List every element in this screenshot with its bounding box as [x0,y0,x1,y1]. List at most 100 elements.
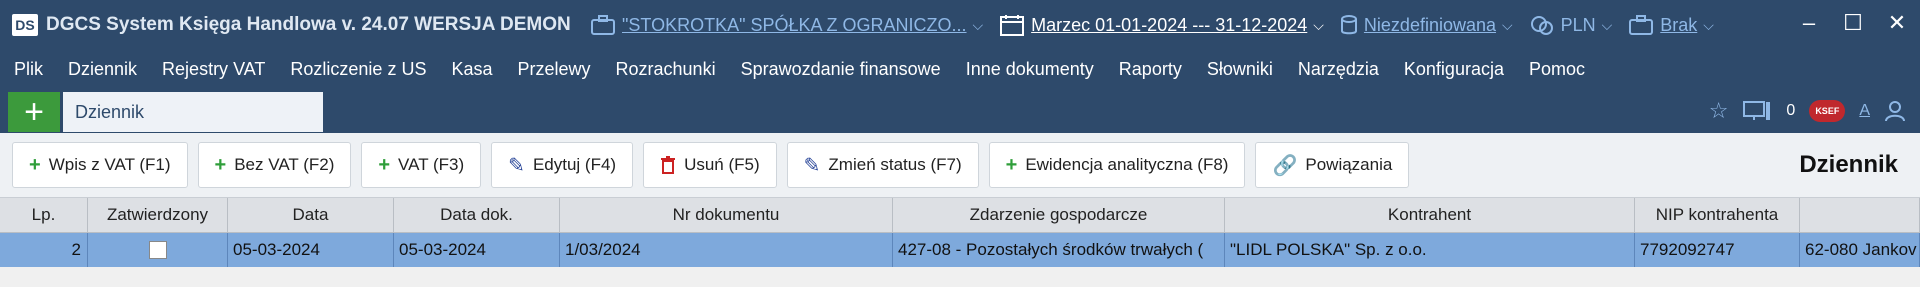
button-label: Usuń (F5) [684,155,760,174]
minimize-icon[interactable]: – [1798,10,1820,35]
title-bar: DS DGCS System Księga Handlowa v. 24.07 … [0,0,1920,50]
menu-item-dziennik[interactable]: Dziennik [68,59,137,80]
department-selector[interactable]: Niezdefiniowana ⌵ [1340,14,1513,36]
cell-approved [88,233,228,267]
tab-dziennik[interactable]: Dziennik [63,92,323,132]
edit-icon: ✎ [803,154,821,177]
delete-button[interactable]: Usuń (F5) [643,142,777,188]
briefcase-icon [1629,15,1654,35]
menu-item-narzedzia[interactable]: Narzędzia [1298,59,1379,80]
chevron-down-icon[interactable]: ⌵ [1602,17,1613,34]
cell-address: 62-080 Jankov [1800,233,1920,267]
briefcase-icon [591,15,615,35]
links-button[interactable]: 🔗 Powiązania [1255,142,1410,188]
link-icon: 🔗 [1272,154,1298,177]
warehouse-name[interactable]: Brak [1660,15,1697,36]
menu-item-rozrachunki[interactable]: Rozrachunki [616,59,716,80]
cell-document-date: 05-03-2024 [394,233,560,267]
database-icon [1340,15,1357,35]
notification-count: 0 [1786,102,1796,119]
font-size-icon[interactable]: A [1859,102,1870,120]
period-selector[interactable]: Marzec 01-01-2024 --- 31-12-2024 ⌵ [999,14,1324,36]
menu-item-pomoc[interactable]: Pomoc [1529,59,1585,80]
action-toolbar: + Wpis z VAT (F1) + Bez VAT (F2) + VAT (… [0,133,1920,198]
button-label: Edytuj (F4) [532,155,617,174]
tab-strip: + Dziennik ☆ 0 KSEF A [0,88,1920,133]
approved-checkbox[interactable] [148,241,167,259]
maximize-icon[interactable]: ☐ [1842,10,1864,35]
ksef-badge[interactable]: KSEF [1809,100,1846,122]
company-name[interactable]: "STOKROTKA" SPÓŁKA Z OGRANICZO... [622,15,967,36]
window-controls: – ☐ ✕ [1798,10,1908,35]
chevron-down-icon[interactable]: ⌵ [973,17,984,34]
button-label: Bez VAT (F2) [234,155,335,174]
user-icon[interactable] [1884,100,1906,122]
add-no-vat-entry-button[interactable]: + Bez VAT (F2) [197,142,352,188]
menu-item-rozliczenie-z-us[interactable]: Rozliczenie z US [290,59,426,80]
coins-icon [1530,16,1553,35]
menu-item-slowniki[interactable]: Słowniki [1207,59,1273,80]
period-range[interactable]: Marzec 01-01-2024 --- 31-12-2024 [1031,15,1307,36]
edit-button[interactable]: ✎ Edytuj (F4) [491,142,634,188]
chevron-down-icon[interactable]: ⌵ [1502,17,1513,34]
chevron-down-icon[interactable]: ⌵ [1703,17,1714,34]
button-label: Zmień status (F7) [828,155,962,174]
cell-nip: 7792092747 [1635,233,1800,267]
edit-icon: ✎ [508,154,525,177]
menu-item-kasa[interactable]: Kasa [451,59,492,80]
change-status-button[interactable]: ✎ Zmień status (F7) [786,142,979,188]
trash-icon [661,156,676,174]
button-label: Powiązania [1305,155,1393,174]
plus-icon: + [214,153,227,176]
journal-grid: Lp. Zatwierdzony Data Data dok. Nr dokum… [0,198,1920,267]
star-icon[interactable]: ☆ [1709,98,1729,124]
app-title: DGCS System Księga Handlowa v. 24.07 WER… [46,14,571,35]
add-vat-button[interactable]: + VAT (F3) [361,142,482,188]
menu-item-rejestry-vat[interactable]: Rejestry VAT [162,59,265,80]
button-label: Ewidencja analityczna (F8) [1025,155,1229,174]
column-header-lp[interactable]: Lp. [0,198,88,232]
column-header-business-event[interactable]: Zdarzenie gospodarcze [893,198,1225,232]
cell-contractor: "LIDL POLSKA" Sp. z o.o. [1225,233,1635,267]
menu-bar: Plik Dziennik Rejestry VAT Rozliczenie z… [0,50,1920,88]
close-icon[interactable]: ✕ [1886,10,1908,35]
column-header-document-number[interactable]: Nr dokumentu [560,198,893,232]
column-header-contractor[interactable]: Kontrahent [1225,198,1635,232]
cell-lp: 2 [0,233,88,267]
column-header-address[interactable] [1800,198,1920,232]
app-logo: DS [12,14,38,36]
cell-document-number: 1/03/2024 [560,233,893,267]
column-header-document-date[interactable]: Data dok. [394,198,560,232]
add-vat-entry-button[interactable]: + Wpis z VAT (F1) [12,142,188,188]
new-tab-button[interactable]: + [8,92,60,132]
department-name[interactable]: Niezdefiniowana [1364,15,1496,36]
tray-icons: ☆ 0 KSEF A [1709,98,1906,124]
monitor-icon[interactable] [1742,100,1772,122]
menu-item-raporty[interactable]: Raporty [1119,59,1182,80]
chevron-down-icon[interactable]: ⌵ [1313,17,1324,34]
plus-icon: + [1005,153,1018,176]
button-label: VAT (F3) [398,155,465,174]
button-label: Wpis z VAT (F1) [48,155,171,174]
currency-code[interactable]: PLN [1561,15,1596,36]
menu-item-sprawozdanie-finansowe[interactable]: Sprawozdanie finansowe [741,59,941,80]
calendar-icon [1000,15,1025,36]
cell-date: 05-03-2024 [228,233,394,267]
menu-item-plik[interactable]: Plik [14,59,43,80]
column-header-nip[interactable]: NIP kontrahenta [1635,198,1800,232]
analytic-records-button[interactable]: + Ewidencja analityczna (F8) [988,142,1246,188]
table-row[interactable]: 2 05-03-2024 05-03-2024 1/03/2024 427-08… [0,233,1920,267]
menu-item-inne-dokumenty[interactable]: Inne dokumenty [966,59,1094,80]
menu-item-konfiguracja[interactable]: Konfiguracja [1404,59,1504,80]
grid-header: Lp. Zatwierdzony Data Data dok. Nr dokum… [0,198,1920,233]
company-selector[interactable]: "STOKROTKA" SPÓŁKA Z OGRANICZO... ⌵ [590,14,983,36]
column-header-approved[interactable]: Zatwierdzony [88,198,228,232]
warehouse-selector[interactable]: Brak ⌵ [1628,14,1714,36]
column-header-date[interactable]: Data [228,198,394,232]
plus-icon: + [29,153,41,176]
currency-selector[interactable]: PLN ⌵ [1529,14,1613,36]
cell-business-event: 427-08 - Pozostałych środków trwałych ( [893,233,1225,267]
plus-icon: + [378,153,391,176]
page-title: Dziennik [1799,151,1898,178]
menu-item-przelewy[interactable]: Przelewy [517,59,590,80]
